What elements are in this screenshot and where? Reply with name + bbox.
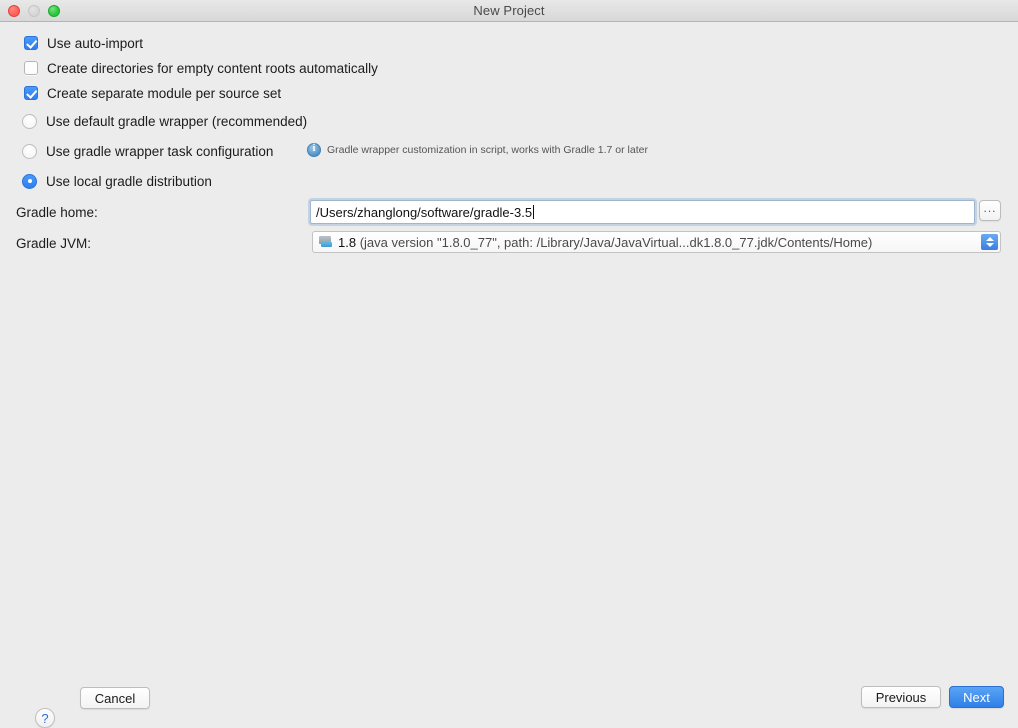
- next-button[interactable]: Next: [949, 686, 1004, 708]
- gradle-home-input[interactable]: /Users/zhanglong/software/gradle-3.5: [310, 200, 975, 224]
- gradle-jvm-version: 1.8: [338, 234, 357, 250]
- radio-row-default-wrapper[interactable]: Use default gradle wrapper (recommended): [22, 111, 308, 131]
- radio-local-distribution[interactable]: [22, 173, 37, 189]
- gradle-jvm-details: (java version "1.8.0_77", path: /Library…: [356, 234, 873, 250]
- title-bar: New Project: [0, 0, 1018, 22]
- gradle-wrapper-hint: Gradle wrapper customization in script, …: [307, 143, 648, 157]
- info-icon: [307, 143, 321, 157]
- radio-default-wrapper[interactable]: [22, 113, 37, 129]
- checkbox-label-create-directories: Create directories for empty content roo…: [47, 60, 378, 76]
- gradle-jvm-value: 1.8 (java version "1.8.0_77", path: /Lib…: [338, 235, 872, 250]
- gradle-home-label: Gradle home:: [16, 205, 98, 220]
- checkbox-create-directories[interactable]: [24, 61, 38, 75]
- radio-row-local-distribution[interactable]: Use local gradle distribution: [22, 171, 212, 191]
- previous-button[interactable]: Previous: [861, 686, 941, 708]
- gradle-wrapper-hint-text: Gradle wrapper customization in script, …: [327, 144, 648, 156]
- checkbox-row-use-auto-import[interactable]: Use auto-import: [24, 33, 143, 53]
- radio-row-wrapper-task-config[interactable]: Use gradle wrapper task configuration: [22, 141, 274, 161]
- window-title: New Project: [473, 3, 545, 18]
- radio-label-wrapper-task-config: Use gradle wrapper task configuration: [46, 143, 274, 159]
- radio-label-local-distribution: Use local gradle distribution: [46, 173, 212, 189]
- checkbox-use-auto-import[interactable]: [24, 36, 38, 50]
- checkbox-label-use-auto-import: Use auto-import: [47, 35, 144, 51]
- checkbox-row-separate-module[interactable]: Create separate module per source set: [24, 83, 281, 103]
- checkbox-separate-module[interactable]: [24, 86, 38, 100]
- gradle-jvm-label: Gradle JVM:: [16, 236, 92, 251]
- dialog-body: Use auto-import Create directories for e…: [0, 22, 1018, 728]
- gradle-home-value: /Users/zhanglong/software/gradle-3.5: [316, 204, 533, 220]
- radio-label-default-wrapper: Use default gradle wrapper (recommended): [46, 113, 308, 129]
- gradle-home-browse-button[interactable]: ...: [979, 200, 1001, 221]
- text-caret: [533, 205, 535, 219]
- checkbox-label-separate-module: Create separate module per source set: [47, 85, 282, 101]
- cancel-button[interactable]: Cancel: [80, 687, 150, 709]
- gradle-jvm-select[interactable]: 1.8 (java version "1.8.0_77", path: /Lib…: [312, 231, 1001, 253]
- chevron-updown-icon[interactable]: [981, 234, 998, 250]
- jdk-icon: [319, 236, 333, 248]
- help-button[interactable]: ?: [35, 708, 55, 728]
- checkbox-row-create-directories[interactable]: Create directories for empty content roo…: [24, 58, 378, 78]
- radio-wrapper-task-config[interactable]: [22, 143, 37, 159]
